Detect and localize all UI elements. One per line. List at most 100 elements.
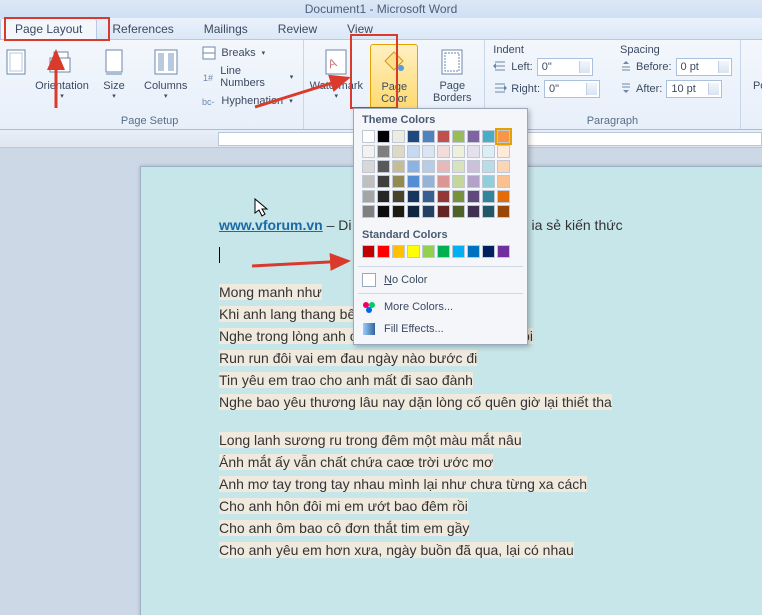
breaks-button[interactable]: Breaks▾ [199,44,295,62]
color-swatch[interactable] [452,130,465,143]
indent-right-field[interactable]: 0" [544,80,600,98]
more-colors-item[interactable]: More Colors... [354,296,527,318]
color-swatch[interactable] [497,130,510,143]
color-swatch[interactable] [497,160,510,173]
color-swatch[interactable] [497,145,510,158]
color-swatch[interactable] [467,190,480,203]
columns-button[interactable]: Columns ▾ [142,44,189,102]
color-swatch[interactable] [422,160,435,173]
text-line: Nghe bao yêu thương lâu nay dặn lòng cố … [219,394,612,410]
color-swatch[interactable] [437,130,450,143]
color-swatch[interactable] [377,205,390,218]
text-line: Mong manh như [219,284,322,300]
color-swatch[interactable] [392,205,405,218]
watermark-button[interactable]: A Watermark ▾ [312,44,360,102]
color-swatch[interactable] [467,175,480,188]
color-swatch[interactable] [362,145,375,158]
color-swatch[interactable] [482,175,495,188]
size-button[interactable]: Size ▾ [96,44,132,102]
color-swatch[interactable] [362,160,375,173]
tab-mailings[interactable]: Mailings [189,18,263,39]
color-swatch[interactable] [422,130,435,143]
color-swatch[interactable] [437,205,450,218]
no-color-item[interactable]: No Color [354,269,527,291]
color-swatch[interactable] [362,245,375,258]
color-swatch[interactable] [482,160,495,173]
color-swatch[interactable] [482,145,495,158]
tab-review[interactable]: Review [263,18,332,39]
fill-effects-item[interactable]: Fill Effects... [354,318,527,340]
hyphenation-label: Hyphenation [221,95,283,107]
color-swatch[interactable] [392,245,405,258]
color-swatch[interactable] [467,130,480,143]
margins-button[interactable] [4,44,28,80]
color-swatch[interactable] [422,175,435,188]
position-button[interactable]: Position ▾ [749,44,762,102]
color-swatch[interactable] [482,245,495,258]
indent-left-field[interactable]: 0" [537,58,593,76]
orientation-button[interactable]: Orientation ▾ [38,44,86,102]
color-swatch[interactable] [392,190,405,203]
color-swatch[interactable] [482,190,495,203]
color-swatch[interactable] [497,205,510,218]
tab-label: Mailings [204,22,248,36]
color-swatch[interactable] [467,245,480,258]
color-swatch[interactable] [377,145,390,158]
color-swatch[interactable] [407,145,420,158]
color-swatch[interactable] [452,245,465,258]
line-numbers-button[interactable]: 1# Line Numbers▾ [199,64,295,90]
color-swatch[interactable] [362,175,375,188]
color-swatch[interactable] [392,160,405,173]
color-swatch[interactable] [422,190,435,203]
color-swatch[interactable] [377,175,390,188]
color-swatch[interactable] [407,130,420,143]
spacing-before-field[interactable]: 0 pt [676,58,732,76]
color-swatch[interactable] [392,175,405,188]
color-swatch[interactable] [452,160,465,173]
color-swatch[interactable] [437,160,450,173]
color-swatch[interactable] [407,190,420,203]
color-swatch[interactable] [452,175,465,188]
color-swatch[interactable] [422,145,435,158]
color-swatch[interactable] [482,205,495,218]
spacing-after-field[interactable]: 10 pt [666,80,722,98]
page-color-button[interactable]: Page Color ▾ [370,44,418,116]
color-swatch[interactable] [407,175,420,188]
color-swatch[interactable] [377,160,390,173]
color-swatch[interactable] [377,190,390,203]
color-swatch[interactable] [437,145,450,158]
hyphenation-button[interactable]: bc- Hyphenation▾ [199,92,295,110]
color-swatch[interactable] [482,130,495,143]
color-swatch[interactable] [407,205,420,218]
color-swatch[interactable] [377,130,390,143]
vforum-link[interactable]: www.vforum.vn [219,217,323,233]
more-colors-icon [362,300,376,314]
color-swatch[interactable] [452,190,465,203]
color-swatch[interactable] [362,205,375,218]
color-swatch[interactable] [362,190,375,203]
color-swatch[interactable] [437,190,450,203]
color-swatch[interactable] [422,205,435,218]
tab-page-layout[interactable]: Page Layout [0,18,97,39]
color-swatch[interactable] [497,175,510,188]
color-swatch[interactable] [422,245,435,258]
color-swatch[interactable] [467,205,480,218]
color-swatch[interactable] [497,245,510,258]
color-swatch[interactable] [452,205,465,218]
page-borders-button[interactable]: Page Borders [428,44,476,106]
color-swatch[interactable] [497,190,510,203]
color-swatch[interactable] [392,145,405,158]
color-swatch[interactable] [377,245,390,258]
color-swatch[interactable] [392,130,405,143]
tab-references[interactable]: References [97,18,188,39]
color-swatch[interactable] [407,245,420,258]
color-swatch[interactable] [467,145,480,158]
tab-view[interactable]: View [332,18,388,39]
color-swatch[interactable] [407,160,420,173]
group-label-page-setup: Page Setup [121,115,179,127]
color-swatch[interactable] [452,145,465,158]
color-swatch[interactable] [467,160,480,173]
color-swatch[interactable] [437,175,450,188]
color-swatch[interactable] [437,245,450,258]
color-swatch[interactable] [362,130,375,143]
